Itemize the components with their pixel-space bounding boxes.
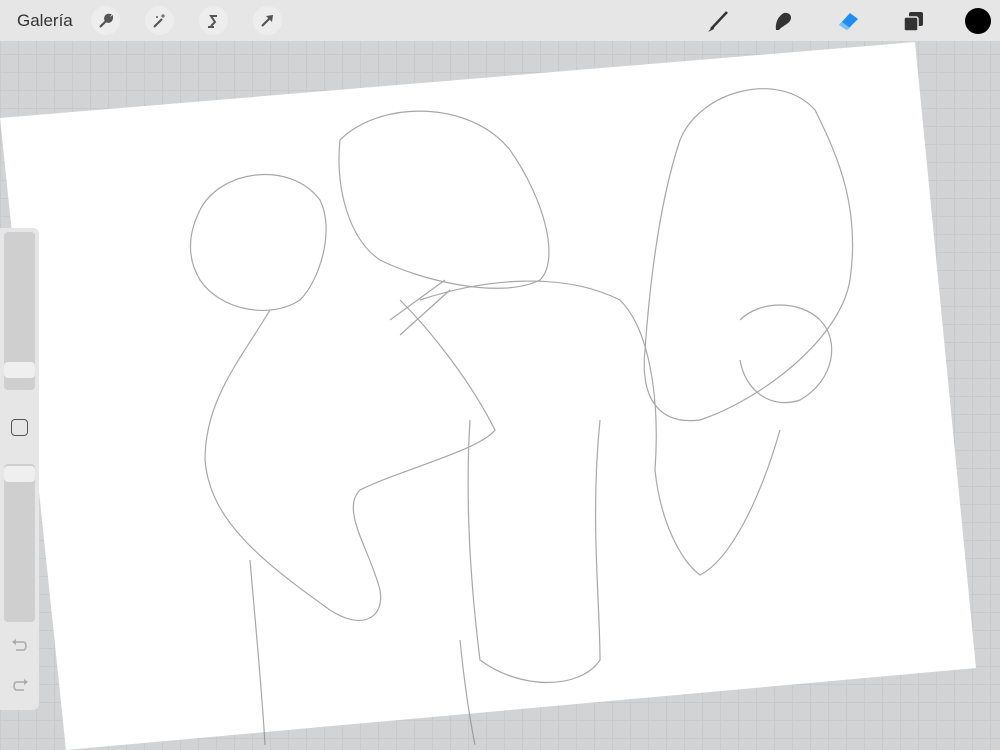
layers-button[interactable]: [896, 4, 930, 38]
brush-size-slider[interactable]: [4, 232, 35, 390]
magic-wand-icon: [153, 13, 166, 28]
opacity-slider[interactable]: [4, 464, 35, 622]
undo-icon[interactable]: [10, 638, 30, 654]
opacity-thumb[interactable]: [4, 466, 35, 482]
sidebar: [0, 228, 39, 710]
top-toolbar: Galería: [0, 0, 1000, 41]
modify-square-button[interactable]: [11, 419, 28, 436]
transform-button[interactable]: [252, 6, 282, 35]
smudge-icon: [775, 12, 792, 30]
selection-button[interactable]: [198, 6, 228, 35]
brush-icon: [708, 11, 728, 32]
eraser-icon: [839, 13, 858, 30]
selection-icon: [208, 14, 218, 28]
eraser-tool[interactable]: [831, 4, 865, 38]
layers-icon: [903, 12, 923, 32]
drawing-canvas[interactable]: [0, 0, 1000, 750]
gallery-button[interactable]: Galería: [17, 11, 73, 31]
brush-size-thumb[interactable]: [4, 362, 35, 378]
brush-tool[interactable]: [701, 4, 735, 38]
redo-icon[interactable]: [10, 678, 30, 694]
wrench-icon: [99, 13, 114, 28]
move-arrow-icon: [261, 14, 274, 27]
smudge-tool[interactable]: [766, 4, 800, 38]
color-swatch: [965, 8, 991, 34]
color-button[interactable]: [961, 4, 995, 38]
actions-button[interactable]: [90, 6, 120, 35]
adjustments-button[interactable]: [144, 6, 174, 35]
